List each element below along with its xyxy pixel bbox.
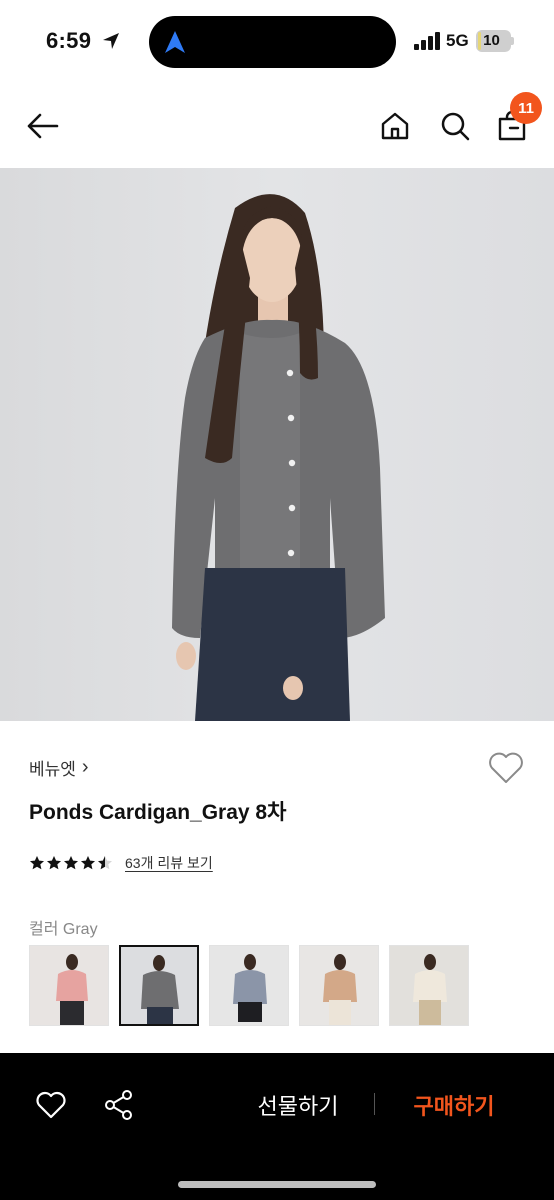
cart-count-badge: 11 <box>510 92 542 124</box>
rating-row: 63개 리뷰 보기 <box>29 853 213 873</box>
battery-tip <box>511 37 514 45</box>
home-button[interactable] <box>375 106 415 146</box>
battery-percent: 10 <box>483 32 500 49</box>
location-arrow-icon <box>103 33 119 49</box>
dynamic-island <box>149 16 396 68</box>
search-icon <box>441 112 470 141</box>
review-link[interactable]: 63개 리뷰 보기 <box>125 853 213 873</box>
status-bar: 6:59 5G 10 <box>0 0 554 84</box>
battery-icon: 10 <box>476 30 511 52</box>
star-icon <box>81 856 95 870</box>
heart-icon <box>489 752 523 783</box>
network-type: 5G <box>446 31 469 50</box>
wishlist-button[interactable] <box>486 750 526 786</box>
share-icon <box>105 1090 132 1120</box>
home-icon <box>381 112 409 140</box>
star-icon <box>47 856 61 870</box>
star-icon <box>64 856 78 870</box>
star-icon <box>98 856 112 870</box>
color-swatch-blue[interactable] <box>209 945 289 1026</box>
back-button[interactable] <box>22 106 62 146</box>
heart-icon <box>36 1091 66 1119</box>
color-option-label: 컬러 Gray <box>29 915 98 939</box>
share-button[interactable] <box>99 1085 139 1125</box>
swatch-thumbnail <box>121 947 197 1024</box>
bottom-action-bar: 선물하기 구매하기 <box>0 1053 554 1200</box>
chevron-right-icon: › <box>81 756 89 778</box>
brand-link[interactable]: 베뉴엣 › <box>29 755 89 780</box>
swatch-thumbnail <box>210 946 288 1025</box>
app-header <box>0 84 554 168</box>
swatch-thumbnail <box>30 946 108 1025</box>
star-icon <box>30 856 44 870</box>
buy-button[interactable]: 구매하기 <box>396 1089 512 1121</box>
color-swatch-pink[interactable] <box>29 945 109 1026</box>
cellular-signal-icon <box>414 32 440 50</box>
product-title: Ponds Cardigan_Gray 8차 <box>29 801 287 824</box>
navigation-icon <box>165 31 185 53</box>
swatch-thumbnail <box>300 946 378 1025</box>
arrow-left-icon <box>27 113 59 139</box>
home-indicator <box>178 1181 376 1188</box>
bottom-wish-button[interactable] <box>31 1085 71 1125</box>
color-swatch-beige[interactable] <box>299 945 379 1026</box>
color-label: 컬러 <box>29 921 59 938</box>
gift-button[interactable]: 선물하기 <box>240 1089 356 1121</box>
product-image[interactable] <box>0 168 554 721</box>
color-swatch-cream[interactable] <box>389 945 469 1026</box>
brand-name: 베뉴엣 <box>29 760 76 779</box>
search-button[interactable] <box>435 106 475 146</box>
selected-color: Gray <box>62 921 98 938</box>
swatch-thumbnail <box>390 946 468 1025</box>
color-swatches <box>29 945 469 1026</box>
star-rating <box>29 855 113 871</box>
product-photo-illustration <box>0 168 554 721</box>
status-time: 6:59 <box>46 28 92 53</box>
color-swatch-gray[interactable] <box>119 945 199 1026</box>
divider <box>374 1093 375 1115</box>
